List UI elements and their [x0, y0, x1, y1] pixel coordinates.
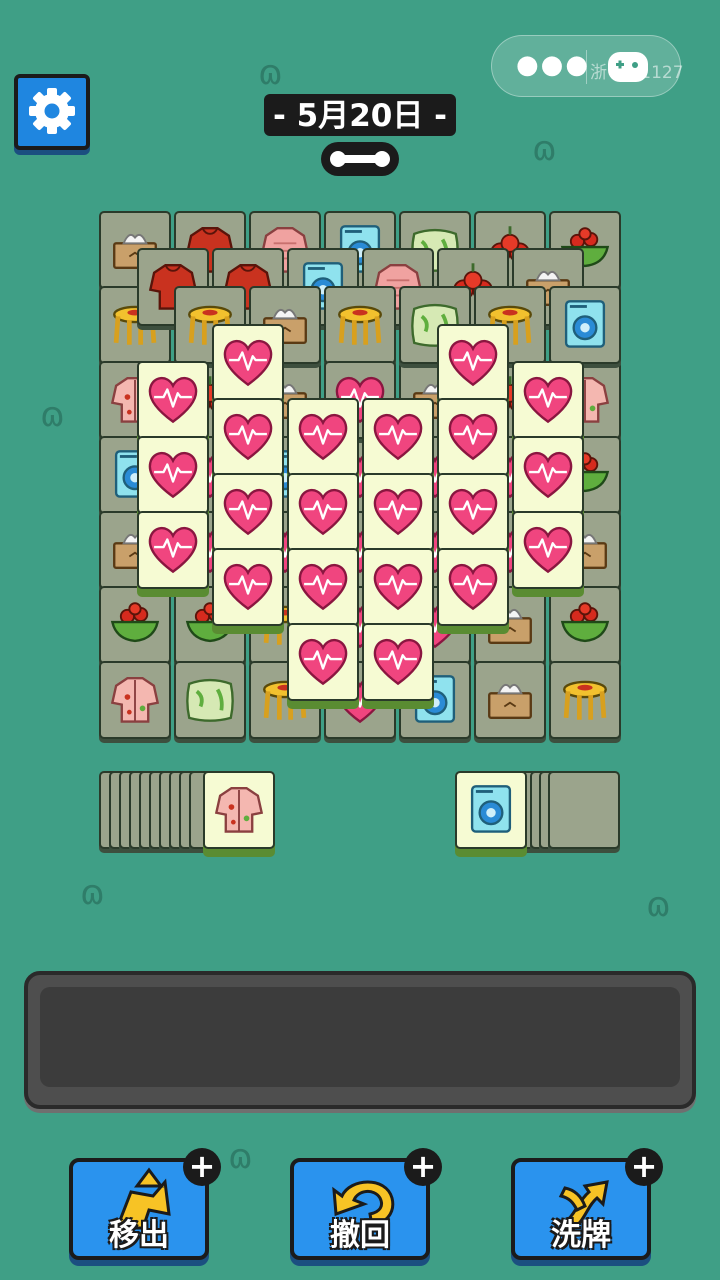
pulse-heart-icon: [298, 488, 348, 536]
tile-pulse-heart[interactable]: [287, 623, 359, 701]
move-out-plus-badge[interactable]: +: [183, 1148, 221, 1186]
tile-tray: [24, 971, 696, 1109]
pulse-heart-icon: [523, 451, 573, 499]
tray-slot-area: [40, 987, 680, 1087]
pulse-heart-icon: [448, 339, 498, 387]
undo-button[interactable]: 撤回 +: [290, 1148, 442, 1260]
tile-pulse-heart[interactable]: [287, 398, 359, 476]
pulse-heart-icon: [298, 413, 348, 461]
tile-pulse-heart[interactable]: [212, 473, 284, 551]
grass-decoration: ɷ: [80, 873, 105, 913]
shuffle-label: 洗牌: [551, 1218, 611, 1253]
tile-pulse-heart[interactable]: [362, 623, 434, 701]
cherries-bowl-icon: [110, 602, 160, 643]
tile-pulse-heart[interactable]: [437, 398, 509, 476]
tile-stool: [549, 661, 621, 739]
pulse-heart-icon: [298, 563, 348, 611]
pulse-heart-icon: [223, 413, 273, 461]
tile-pulse-heart[interactable]: [362, 473, 434, 551]
tile-pulse-heart[interactable]: [512, 511, 584, 589]
gear-icon: [29, 88, 75, 134]
grass-decoration: ɷ: [646, 885, 671, 925]
pulse-heart-icon: [373, 563, 423, 611]
stack-tile-back: [548, 771, 620, 849]
settings-button[interactable]: [14, 74, 90, 150]
shuffle-plus-badge[interactable]: +: [625, 1148, 663, 1186]
tile-pillow: [174, 661, 246, 739]
miniprogram-capsule: ●●● 浙 4A:1127: [491, 35, 684, 97]
tile-cherries-bowl: [549, 586, 621, 664]
pulse-heart-icon: [148, 451, 198, 499]
pulse-heart-icon: [223, 339, 273, 387]
grass-decoration: ɷ: [532, 129, 557, 169]
tile-hawaiian-shirt: [99, 661, 171, 739]
tile-pulse-heart[interactable]: [437, 548, 509, 626]
tile-pulse-heart[interactable]: [362, 398, 434, 476]
tile-pulse-heart[interactable]: [437, 324, 509, 402]
tile-pulse-heart[interactable]: [287, 473, 359, 551]
pulse-heart-icon: [148, 376, 198, 424]
tile-washing-machine: [549, 286, 621, 364]
cherries-bowl-icon: [560, 602, 610, 643]
pulse-heart-icon: [373, 638, 423, 686]
pulse-heart-icon: [523, 376, 573, 424]
tile-hawaiian-shirt[interactable]: [203, 771, 275, 849]
pulse-heart-icon: [448, 413, 498, 461]
tile-washing-machine[interactable]: [455, 771, 527, 849]
tile-pulse-heart[interactable]: [512, 361, 584, 439]
tile-pulse-heart[interactable]: [137, 436, 209, 514]
tile-tissue-box: [474, 661, 546, 739]
undo-plus-badge[interactable]: +: [404, 1148, 442, 1186]
gamepad-icon[interactable]: [608, 52, 648, 82]
hawaiian-shirt-icon: [110, 676, 160, 723]
shuffle-button[interactable]: 洗牌 +: [511, 1148, 663, 1260]
undo-label: 撤回: [330, 1218, 390, 1253]
washing-machine-icon: [564, 300, 606, 348]
pulse-heart-icon: [373, 413, 423, 461]
tile-pulse-heart[interactable]: [512, 436, 584, 514]
tile-pulse-heart[interactable]: [137, 511, 209, 589]
pulse-heart-icon: [448, 563, 498, 611]
stool-icon: [338, 305, 382, 345]
capsule-divider: [586, 50, 587, 84]
tissue-box-icon: [488, 683, 532, 720]
pulse-heart-icon: [373, 488, 423, 536]
stool-icon: [563, 680, 607, 720]
tile-pulse-heart[interactable]: [137, 361, 209, 439]
pulse-heart-icon: [448, 488, 498, 536]
pulse-heart-icon: [223, 563, 273, 611]
tile-cherries-bowl: [99, 586, 171, 664]
grass-decoration: ɷ: [228, 1137, 253, 1177]
more-dots-icon[interactable]: ●●●: [516, 50, 590, 80]
pillow-icon: [186, 678, 234, 722]
date-banner: - 5月20日 -: [264, 94, 456, 136]
hawaiian-shirt-icon: [214, 786, 264, 833]
pulse-heart-icon: [148, 526, 198, 574]
move-out-label: 移出: [109, 1218, 169, 1253]
move-out-button[interactable]: 移出 +: [69, 1148, 221, 1260]
tile-stool: [324, 286, 396, 364]
tile-pulse-heart[interactable]: [212, 548, 284, 626]
tile-pulse-heart[interactable]: [212, 324, 284, 402]
tile-pulse-heart[interactable]: [437, 473, 509, 551]
grass-decoration: ɷ: [258, 53, 283, 93]
bone-icon: [321, 142, 399, 176]
grass-decoration: ɷ: [40, 395, 65, 435]
tile-pulse-heart[interactable]: [287, 548, 359, 626]
pulse-heart-icon: [298, 638, 348, 686]
washing-machine-icon: [470, 785, 512, 833]
tile-pulse-heart[interactable]: [212, 398, 284, 476]
tile-pulse-heart[interactable]: [362, 548, 434, 626]
pulse-heart-icon: [223, 488, 273, 536]
pulse-heart-icon: [523, 526, 573, 574]
